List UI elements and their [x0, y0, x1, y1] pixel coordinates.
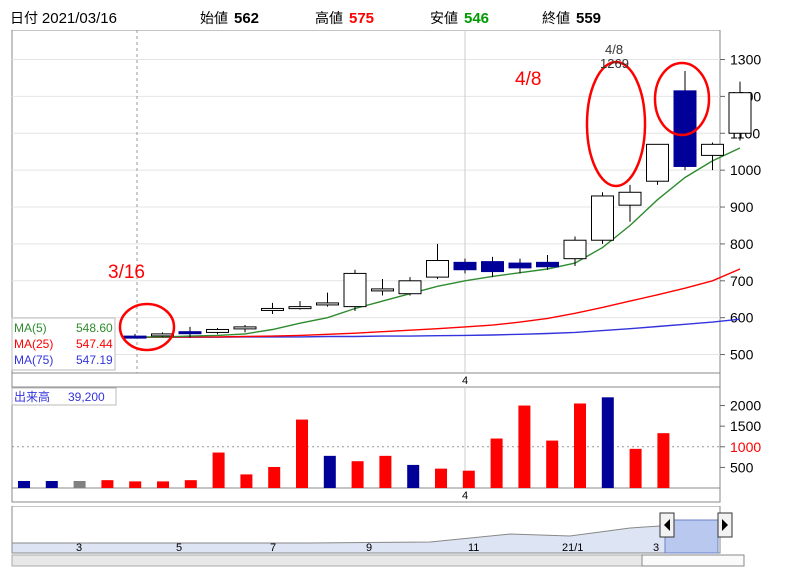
candle-body: [673, 90, 697, 167]
ma-legend-value: 547.19: [76, 353, 113, 367]
volume-bar: [629, 448, 642, 488]
navigator-svg[interactable]: 3 5 7 9 11 21/1 3: [10, 506, 800, 568]
volume-bar: [351, 461, 364, 488]
volume-bar: [490, 438, 503, 488]
navigator-label: 11: [468, 542, 479, 554]
volume-bar: [601, 397, 614, 488]
price-tick-label: 1300: [730, 52, 761, 68]
price-tick-label: 900: [730, 199, 754, 215]
high-field: 高値 575: [315, 10, 375, 27]
peak-value-label: 1269: [600, 56, 629, 71]
navigator-label: 3: [653, 542, 659, 554]
volume-bar: [129, 481, 142, 488]
price-axis-strip: [11, 372, 721, 388]
candle-body: [398, 280, 422, 295]
volume-bar: [462, 470, 475, 488]
candle-body: [371, 288, 394, 292]
volume-bar: [212, 452, 225, 488]
navigator-label: 5: [176, 542, 182, 554]
volume-bar: [323, 455, 336, 488]
chart-svg[interactable]: 500600700800900100011001200130044MA(5)54…: [10, 30, 800, 520]
volume-tick-label: 2000: [730, 398, 761, 414]
navigator[interactable]: 3 5 7 9 11 21/1 3: [10, 506, 800, 568]
volume-bar: [73, 480, 86, 488]
volume-bar: [296, 419, 308, 488]
price-tick-label: 600: [730, 310, 754, 326]
candle-body: [453, 261, 477, 271]
volume-bar: [518, 405, 531, 488]
candle-body: [288, 306, 312, 310]
navigator-label: 3: [76, 542, 82, 554]
chart-area[interactable]: 500600700800900100011001200130044MA(5)54…: [10, 30, 800, 520]
open-field: 始値 562: [200, 10, 260, 27]
volume-bar: [268, 466, 281, 488]
candle-body: [151, 333, 174, 337]
candle-body: [591, 195, 614, 241]
volume-bar: [184, 480, 197, 488]
candle-body: [178, 331, 202, 335]
volume-legend-label: 出来高: [14, 389, 50, 404]
candle-body: [701, 143, 724, 156]
date-field: 日付 2021/03/16: [10, 10, 117, 27]
volume-axis-strip: [11, 487, 721, 503]
candle-body: [206, 328, 229, 333]
navigator-label: 21/1: [562, 542, 583, 554]
candle-body: [728, 92, 752, 134]
candle-body: [646, 143, 669, 182]
ma-legend-value: 548.60: [76, 321, 113, 335]
navigator-scrollbar[interactable]: [11, 554, 745, 567]
price-tick-label: 1000: [730, 162, 761, 178]
annotation-text: 4/8: [515, 69, 541, 90]
candle-body: [261, 307, 284, 311]
navigator-label: 9: [366, 542, 372, 554]
annotation-text: 3/16: [108, 262, 145, 283]
volume-bar: [407, 464, 420, 488]
candle-body: [316, 302, 339, 306]
price-tick-label: 800: [730, 236, 754, 252]
candle-body: [123, 335, 147, 339]
candle-body: [618, 191, 642, 206]
price-tick-label: 500: [730, 347, 754, 363]
close-field: 終値 559: [542, 10, 602, 27]
ma-legend-label: MA(75): [14, 353, 53, 367]
volume-bar: [435, 468, 447, 488]
peak-date-label: 4/8: [605, 42, 623, 57]
ma-legend-label: MA(25): [14, 337, 53, 351]
candle-body: [481, 261, 504, 273]
volume-bar: [657, 433, 670, 488]
x-axis-label: 4: [462, 375, 468, 387]
navigator-label: 7: [270, 542, 276, 554]
low-field: 安値 546: [430, 10, 490, 27]
candle-body: [508, 262, 532, 269]
volume-bar: [240, 474, 253, 488]
volume-bar: [157, 481, 169, 488]
candle-body: [563, 239, 587, 260]
candle-body: [536, 261, 559, 268]
candle-body: [343, 272, 367, 308]
ohlc-header: 日付 2021/03/16 始値 562 高値 575 安値 546 終値 559: [10, 6, 800, 28]
volume-bar: [574, 403, 586, 488]
ma-legend-label: MA(5): [14, 321, 47, 335]
volume-bar: [379, 455, 392, 488]
volume-tick-label: 1500: [730, 418, 761, 434]
price-tick-label: 700: [730, 273, 754, 289]
x-axis-label: 4: [462, 490, 468, 502]
volume-tick-label: 1000: [730, 439, 761, 455]
candle-body: [426, 260, 449, 278]
volume-bar: [101, 480, 114, 488]
ma-legend-value: 547.44: [76, 337, 113, 351]
volume-tick-label: 500: [730, 459, 754, 475]
volume-bar: [546, 440, 559, 488]
volume-legend-value: 39,200: [68, 390, 105, 404]
volume-bar: [45, 480, 58, 488]
navigator-scrollbar-thumb[interactable]: [641, 554, 745, 567]
volume-bar: [18, 480, 30, 488]
candle-body: [233, 326, 257, 330]
